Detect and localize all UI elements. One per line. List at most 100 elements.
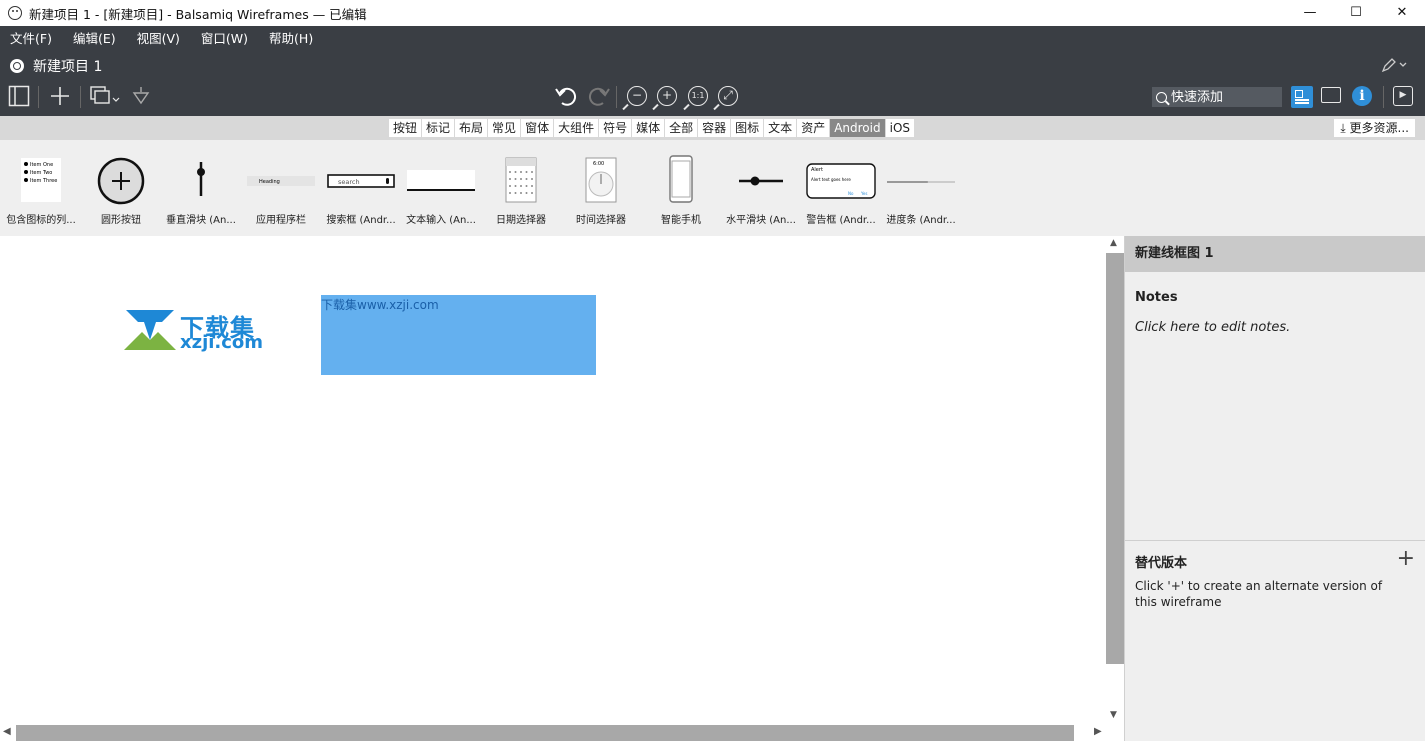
category-tab[interactable]: 媒体 [632,119,665,137]
search-preview-icon: search [321,154,401,206]
category-tab[interactable]: Android [830,119,885,137]
menu-edit[interactable]: 编辑(E) [73,28,116,47]
wireframe-name[interactable]: 新建线框图 1 [1125,236,1425,272]
category-tab[interactable]: 布局 [455,119,488,137]
selected-text-box[interactable]: 下载集www.xzji.com [321,295,596,375]
library-category-bar: 按钮 标记 布局 常见 窗体 大组件 符号 媒体 全部 容器 图标 文本 资产 Android iOS ⤓ … [0,116,1425,140]
list-preview-icon: Item One Item Two Item Three [1,154,81,206]
svg-text:search: search [338,178,360,186]
library-component-vslider[interactable]: 垂直滑块 (An... [161,154,241,230]
vertical-scrollbar[interactable]: ▲ ▼ [1106,236,1124,725]
svg-text:Item One: Item One [30,162,53,168]
component-label: 时间选择器 [576,215,626,226]
progress-preview-icon [881,154,961,206]
redo-icon[interactable] [585,83,611,109]
selected-text: 下载集www.xzji.com [321,298,439,312]
category-tab[interactable]: 符号 [599,119,632,137]
library-component-hslider[interactable]: 水平滑块 (An... [721,154,801,230]
arrange-layers-icon[interactable] [90,85,124,107]
project-bar: 新建项目 1 [0,54,1425,78]
phone-preview-icon [641,154,721,206]
component-label: 垂直滑块 (An... [166,215,236,226]
menu-view[interactable]: 视图(V) [137,28,180,47]
datepicker-preview-icon [481,154,561,206]
svg-text:No: No [848,191,854,196]
library-component-fab[interactable]: 圆形按钮 [81,154,161,230]
category-tab[interactable]: 窗体 [521,119,554,137]
watermark-logo: 下载集 xzji.com [122,306,272,356]
presentation-mode-icon[interactable]: ▶ [1393,86,1413,106]
svg-text:Item Three: Item Three [30,178,57,184]
wireframe-canvas[interactable]: 下载集 xzji.com 下载集www.xzji.com [0,236,1106,725]
component-label: 水平滑块 (An... [726,215,796,226]
library-component-search[interactable]: search 搜索框 (Andr... [321,154,401,230]
vertical-scroll-thumb[interactable] [1106,253,1124,664]
category-tab[interactable]: 大组件 [554,119,599,137]
logo-text-en: xzji.com [180,332,264,353]
close-button[interactable]: ✕ [1379,0,1425,24]
category-tab[interactable]: 图标 [731,119,764,137]
menu-help[interactable]: 帮助(H) [269,28,313,47]
add-alternate-button[interactable]: + [1397,546,1415,571]
align-icon[interactable] [132,87,150,107]
project-title[interactable]: 新建项目 1 [33,56,102,76]
library-component-appbar[interactable]: Heading 应用程序栏 [241,154,321,230]
hslider-preview-icon [721,154,801,206]
library-component-progress[interactable]: 进度条 (Andr... [881,154,961,230]
library-component-phone[interactable]: 智能手机 [641,154,721,230]
library-component-datepicker[interactable]: 日期选择器 [481,154,561,230]
undo-icon[interactable] [554,83,580,109]
category-tab[interactable]: 标记 [422,119,455,137]
category-tab[interactable]: 按钮 [389,119,422,137]
category-tab[interactable]: 常见 [488,119,521,137]
zoom-out-icon[interactable]: − [627,86,647,106]
component-label: 搜索框 (Andr... [326,215,396,226]
component-label: 包含图标的列... [6,215,76,226]
menu-file[interactable]: 文件(F) [10,28,52,47]
window-titlebar: 新建项目 1 - [新建项目] - Balsamiq Wireframes — … [0,0,1425,26]
zoom-actual-size-icon[interactable]: 1:1 [688,86,708,106]
appbar-preview-icon: Heading [241,154,321,206]
zoom-in-icon[interactable]: + [657,86,677,106]
more-resources-button[interactable]: ⤓ 更多资源... [1334,119,1415,137]
svg-text:Item Two: Item Two [30,170,52,176]
svg-text:Yes: Yes [860,191,867,196]
horizontal-scroll-thumb[interactable] [16,725,1074,741]
toggle-navigator-icon[interactable] [8,85,30,107]
maximize-button[interactable]: ☐ [1333,0,1379,24]
right-inspector-panel: 新建线框图 1 Notes Click here to edit notes. … [1124,236,1425,741]
quick-add-search[interactable] [1152,87,1282,107]
menu-window[interactable]: 窗口(W) [201,28,248,47]
add-wireframe-icon[interactable] [49,85,71,107]
library-component-alert[interactable]: Alert Alert text goes here No Yes 警告框 (And… [801,154,881,230]
component-label: 文本输入 (An... [406,215,476,226]
edit-pencil-icon[interactable] [1381,57,1409,73]
component-label: 日期选择器 [496,215,546,226]
scroll-down-icon[interactable]: ▼ [1110,710,1117,720]
scroll-up-icon[interactable]: ▲ [1110,238,1117,248]
category-tab[interactable]: 文本 [764,119,797,137]
library-component-timepicker[interactable]: 6:00 时间选择器 [561,154,641,230]
component-label: 进度条 (Andr... [886,215,956,226]
timepicker-preview-icon: 6:00 [561,154,641,206]
library-component-list[interactable]: Item One Item Two Item Three 包含图标的列... [1,154,81,230]
scroll-right-icon[interactable]: ▶ [1094,726,1102,737]
property-inspector-icon[interactable] [1291,86,1313,108]
minimize-button[interactable]: — [1287,0,1333,24]
category-tab[interactable]: 容器 [698,119,731,137]
library-component-textinput[interactable]: 文本输入 (An... [401,154,481,230]
comments-icon[interactable] [1321,87,1341,103]
horizontal-scrollbar[interactable]: ◀ ▶ [0,725,1124,741]
zoom-to-fit-icon[interactable]: ⤢ [718,86,738,106]
category-tab[interactable]: 全部 [665,119,698,137]
scroll-left-icon[interactable]: ◀ [3,726,11,737]
panel-divider [1125,540,1425,541]
category-tab[interactable]: iOS [885,119,915,137]
textinput-preview-icon [401,154,481,206]
alert-preview-icon: Alert Alert text goes here No Yes [801,154,881,206]
category-tab[interactable]: 资产 [797,119,830,137]
info-icon[interactable]: i [1352,86,1372,106]
quick-add-input[interactable] [1171,89,1271,105]
app-smiley-icon [8,6,22,20]
notes-edit-area[interactable]: Click here to edit notes. [1135,320,1290,335]
